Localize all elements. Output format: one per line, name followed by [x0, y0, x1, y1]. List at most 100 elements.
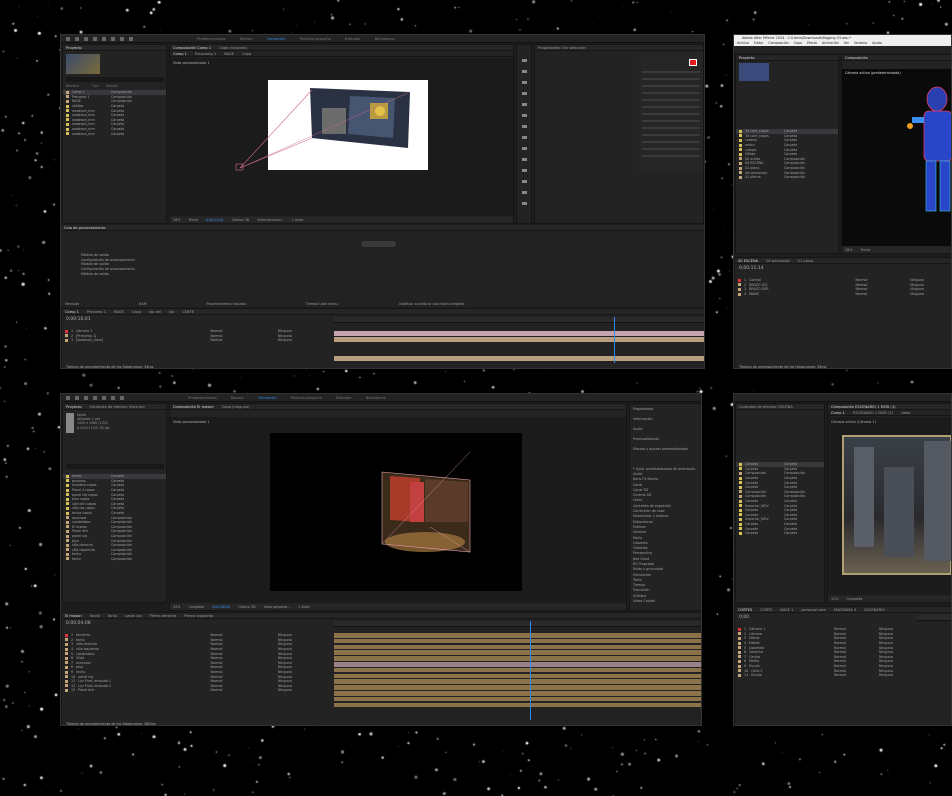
viewer-timecode[interactable]: 0;00;10;01: [206, 218, 224, 222]
view-count-dropdown[interactable]: 1 Vista: [298, 605, 309, 609]
pen-tool-icon[interactable]: [120, 395, 124, 400]
time-ruler[interactable]: [917, 615, 951, 621]
timeline-tab[interactable]: Comp 1: [65, 310, 79, 314]
camera-tool-icon[interactable]: [111, 395, 115, 400]
select-tool-icon[interactable]: [75, 395, 79, 400]
layer-parent[interactable]: Ninguno: [278, 688, 292, 692]
project-search-field[interactable]: [66, 77, 164, 82]
layer-mode[interactable]: Normal: [855, 292, 867, 296]
timeline-tab[interactable]: El maxon: [65, 614, 82, 618]
layer-track[interactable]: [334, 691, 701, 696]
timeline-tab[interactable]: FANTASMA 3: [834, 608, 857, 612]
timeline-tab[interactable]: Pierna derecha: [149, 614, 176, 618]
fill-color-swatch[interactable]: [689, 59, 697, 66]
comp-viewer[interactable]: Cámara activa (predeterminada): [842, 69, 951, 246]
project-item[interactable]: Carpeta Carpeta: [736, 531, 824, 536]
resolution-dropdown[interactable]: Tercia: [860, 248, 870, 252]
right-panel-header[interactable]: Previsualización: [630, 434, 701, 444]
view-dropdown[interactable]: Vista personal...: [257, 218, 284, 222]
timeline-tab[interactable]: Precomp 1: [87, 310, 106, 314]
tab-effect-controls[interactable]: Controles de efectos: Vista per: [90, 405, 145, 409]
layer-mode[interactable]: Normal: [834, 673, 846, 677]
viewer-timecode[interactable]: 0;00;06;00: [212, 605, 230, 609]
project-item[interactable]: wadeson_mm Carpeta: [63, 131, 166, 136]
timeline-timecode[interactable]: 0;00: [739, 615, 749, 620]
comp-subtab[interactable]: Comp 1: [831, 411, 845, 415]
notify-checkbox[interactable]: Notificar cuando la cola esté completa: [399, 302, 464, 306]
comp-viewer[interactable]: Vista personalizada 1: [170, 417, 626, 603]
timeline-timecode[interactable]: 0;00;10;01: [66, 317, 91, 322]
layer-track[interactable]: [334, 656, 701, 661]
layer-mode[interactable]: Normal: [211, 338, 223, 342]
tab-render-queue[interactable]: Cola de procesamiento: [64, 226, 105, 230]
view-dropdown[interactable]: Vista personal...: [264, 605, 291, 609]
tab-project[interactable]: Proyecto: [739, 56, 755, 60]
layer-track[interactable]: [334, 696, 701, 702]
rotate-tool-icon[interactable]: [102, 395, 106, 400]
home-icon[interactable]: [66, 36, 70, 41]
workspace-tab[interactable]: Predeterminado: [188, 396, 217, 400]
timeline-tab[interactable]: CORTE: [760, 608, 772, 612]
resolution-dropdown[interactable]: Tercia: [188, 218, 198, 222]
workspace-tab[interactable]: Estándar: [336, 396, 352, 400]
tab-effect-controls[interactable]: Controles de efectos: ESCENA: [739, 405, 793, 409]
layer-track[interactable]: [334, 638, 701, 644]
workspace-tab[interactable]: Pantalla pequeña: [300, 37, 331, 41]
timeline-timecode[interactable]: 0;00;11;14: [739, 266, 764, 271]
timeline-tab[interactable]: 00 ESCENA: [738, 259, 758, 263]
tab-layer[interactable]: Capa (ninguna): [219, 46, 247, 50]
zoom-dropdown[interactable]: 20%: [173, 218, 180, 222]
layer-track[interactable]: [334, 633, 701, 638]
tab-project[interactable]: Proyecto: [66, 405, 82, 409]
comp-subtab[interactable]: RAGE: [224, 52, 234, 56]
layer-track[interactable]: [334, 702, 701, 708]
effect-category[interactable]: Video Copilot: [630, 598, 701, 603]
timeline-tab[interactable]: ojo del: [149, 310, 161, 314]
workspace-tab[interactable]: Bibliotecas: [375, 37, 395, 41]
timeline-tab[interactable]: Capa: [132, 310, 141, 314]
layer-track[interactable]: [334, 679, 701, 684]
timeline-tab[interactable]: Pierna izquierda: [184, 614, 213, 618]
layer-track[interactable]: [334, 644, 701, 650]
resolution-dropdown[interactable]: Completa: [846, 597, 862, 601]
layer-parent[interactable]: Ninguno: [278, 338, 292, 342]
timeline-tab[interactable]: RAGE: [114, 310, 124, 314]
workspace-tab[interactable]: Estándar: [345, 37, 361, 41]
layer-track[interactable]: [334, 650, 701, 655]
zoom-dropdown[interactable]: 12%: [831, 597, 838, 601]
tab-properties[interactable]: Propiedades: Sin selección: [538, 46, 586, 50]
track-camera[interactable]: [334, 331, 704, 336]
right-panel-header[interactable]: Audio: [630, 424, 701, 434]
tab-project[interactable]: Proyecto: [66, 46, 82, 50]
tab-layer[interactable]: Capa (ninguna): [222, 405, 250, 409]
layer-track[interactable]: [334, 673, 701, 679]
time-ruler[interactable]: [334, 621, 701, 627]
comp-subtab[interactable]: Preocomp 1: [195, 52, 216, 56]
timeline-tab[interactable]: panel izq: [125, 614, 141, 618]
right-panel-header[interactable]: Información: [630, 414, 701, 424]
zoom-dropdown[interactable]: 50%: [845, 248, 852, 252]
timeline-tab[interactable]: ESCENARIO: [864, 608, 885, 612]
effect-category[interactable]: * Ajust. preestablecidos de animación: [630, 466, 701, 471]
playhead[interactable]: [530, 621, 531, 720]
time-ruler[interactable]: [334, 317, 704, 323]
project-item[interactable]: fanto Composición: [63, 557, 166, 562]
tab-composition[interactable]: Composición: [845, 56, 868, 60]
tab-composition[interactable]: Composición Comp 1: [173, 46, 211, 50]
track-precomp[interactable]: [334, 337, 704, 342]
camera-tool-icon[interactable]: [111, 36, 115, 41]
comp-viewer[interactable]: Cámara activa (Cámara 1): [828, 417, 951, 595]
comp-subtab[interactable]: Capa: [242, 52, 251, 56]
workspace-tab[interactable]: Pantalla pequeña: [291, 396, 322, 400]
render-queue-row[interactable]: Módulo de salida: [61, 271, 704, 276]
timeline-tab[interactable]: BASE 1: [780, 608, 793, 612]
layer-row[interactable]: 11 Escala Normal Ninguno: [735, 673, 915, 678]
zoom-dropdown[interactable]: 25%: [173, 605, 180, 609]
resolution-dropdown[interactable]: Completa: [188, 605, 204, 609]
layer-row[interactable]: 4 MANO Normal Ninguno: [735, 292, 951, 297]
timeline-tab[interactable]: CORTES: [738, 608, 752, 612]
workspace-tab[interactable]: Predeterminado: [197, 37, 226, 41]
view-count-dropdown[interactable]: 1 Vista: [292, 218, 303, 222]
workspace-tab-active[interactable]: Formación: [258, 396, 277, 400]
select-tool-icon[interactable]: [75, 36, 79, 41]
